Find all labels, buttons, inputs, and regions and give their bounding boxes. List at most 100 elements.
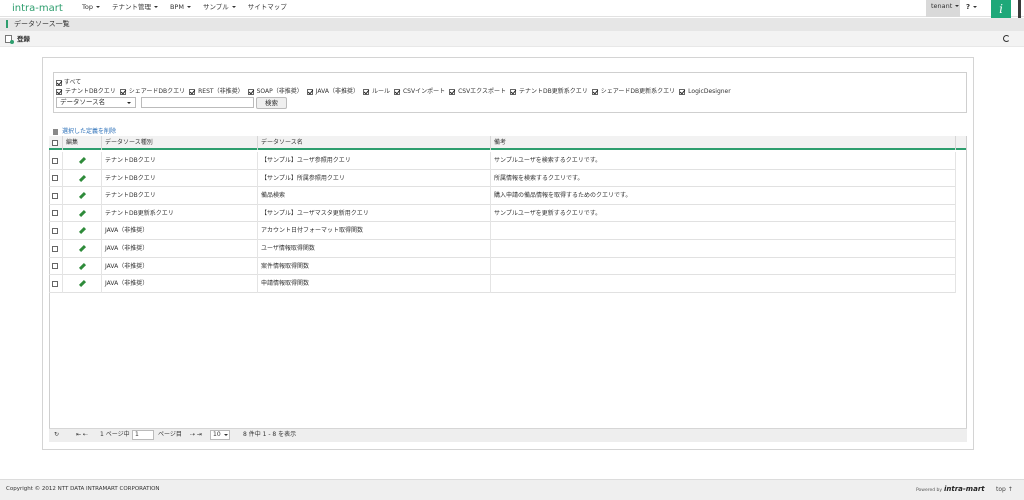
row-name-cell: アカウント日付フォーマット取得関数: [258, 222, 491, 240]
checkbox[interactable]: [56, 88, 62, 95]
nav-item-label: サンプル: [202, 3, 229, 11]
header-type[interactable]: データソース種別: [102, 136, 258, 150]
filter-option-4[interactable]: JAVA（非推奨）: [306, 88, 359, 96]
header-remarks[interactable]: 備考: [491, 136, 956, 150]
row-type-cell: JAVA（非推奨）: [102, 240, 258, 258]
nav-item-3[interactable]: サンプル: [197, 0, 242, 17]
checkbox-all[interactable]: [56, 79, 62, 86]
row-type-cell: テナントDBクエリ: [102, 169, 258, 188]
filter-all[interactable]: すべて: [56, 79, 81, 87]
header-edit: 編集: [63, 136, 102, 150]
nav-item-label: BPM: [169, 3, 184, 11]
checkbox[interactable]: [362, 88, 369, 95]
filter-option-5[interactable]: ルール: [362, 88, 390, 96]
filter-option-8[interactable]: テナントDB更新系クエリ: [510, 88, 588, 96]
filter-option-2[interactable]: REST（非推奨）: [189, 88, 244, 96]
nav-item-2[interactable]: BPM: [164, 0, 197, 17]
user-menu[interactable]: tenant: [926, 0, 960, 17]
filter-option-0[interactable]: テナントDBクエリ: [56, 88, 116, 96]
checkbox[interactable]: [510, 88, 517, 95]
filter-option-label: CSVエクスポート: [458, 88, 507, 95]
pager-next-last[interactable]: ⇢ ⇥: [190, 428, 202, 442]
checkbox-select-all[interactable]: [52, 139, 58, 146]
nav-item-label: テナント管理: [111, 3, 151, 11]
checkbox[interactable]: [591, 88, 598, 95]
filter-option-6[interactable]: CSVインポート: [393, 88, 446, 96]
window-edge: [1018, 0, 1021, 18]
filter-option-9[interactable]: シェアードDB更新系クエリ: [591, 88, 675, 96]
pager-first-prev[interactable]: ⇤ ⇠: [76, 428, 88, 442]
row-remarks-cell: 購入申請の備品情報を取得するためのクエリです。: [491, 187, 956, 205]
row-select-cell: [49, 204, 63, 223]
nav-item-4[interactable]: サイトマップ: [242, 0, 293, 17]
row-select-cell: [49, 169, 63, 188]
pager-page-of: 1 ページ中: [100, 431, 130, 438]
checkbox[interactable]: [247, 88, 254, 95]
per-page-value: 10: [213, 431, 221, 438]
checkbox[interactable]: [449, 88, 456, 95]
row-checkbox[interactable]: [52, 280, 58, 287]
checkbox[interactable]: [189, 88, 196, 95]
search-input[interactable]: [141, 97, 254, 108]
powered-by-label: Powered by: [916, 488, 943, 493]
nav-item-0[interactable]: Top: [76, 0, 106, 17]
filter-option-label: LogicDesigner: [688, 88, 731, 95]
brand-logo[interactable]: intra-mart: [12, 3, 63, 14]
checkbox[interactable]: [119, 88, 126, 95]
nav-item-label: サイトマップ: [247, 3, 287, 11]
row-select-cell: [49, 275, 63, 293]
filter-option-7[interactable]: CSVエクスポート: [449, 88, 506, 96]
page-number-input[interactable]: 1: [132, 430, 154, 440]
row-select-cell: [49, 222, 63, 240]
info-icon[interactable]: i: [991, 0, 1011, 18]
register-icon[interactable]: [5, 35, 14, 44]
row-checkbox[interactable]: [52, 192, 58, 199]
help-menu[interactable]: ?: [961, 0, 989, 17]
row-remarks-cell: [491, 240, 956, 258]
pager-refresh-icon[interactable]: ↻: [54, 428, 59, 442]
chevron-down-icon: [186, 6, 191, 8]
row-type-cell: テナントDBクエリ: [102, 152, 258, 170]
chevron-down-icon: [973, 6, 978, 8]
checkbox[interactable]: [679, 88, 686, 95]
delete-selected-link[interactable]: 選択した定義を削除: [53, 128, 116, 136]
checkbox[interactable]: [306, 88, 313, 95]
row-remarks-cell: [491, 257, 956, 276]
filter-option-3[interactable]: SOAP（非推奨）: [247, 88, 303, 96]
refresh-icon[interactable]: [1003, 35, 1010, 42]
row-name-cell: 【サンプル】所属参照用クエリ: [258, 169, 491, 188]
header-name[interactable]: データソース名: [258, 136, 491, 150]
title-marker: [6, 20, 8, 28]
search-field-select[interactable]: データソース名: [56, 97, 136, 108]
row-checkbox[interactable]: [52, 263, 58, 270]
register-button[interactable]: 登録: [17, 34, 30, 44]
filter-option-label: テナントDBクエリ: [65, 88, 116, 95]
chevron-down-icon: [231, 6, 236, 8]
row-checkbox[interactable]: [52, 227, 58, 234]
row-remarks-cell: サンプルユーザを検索するクエリです。: [491, 152, 956, 170]
row-name-cell: 申請情報取得関数: [258, 275, 491, 293]
row-checkbox[interactable]: [52, 245, 58, 252]
row-checkbox[interactable]: [52, 210, 58, 217]
trash-icon: [53, 128, 58, 135]
filter-option-label: ルール: [371, 88, 390, 95]
filter-option-label: CSVインポート: [402, 88, 446, 95]
row-remarks-cell: サンプルユーザを更新するクエリです。: [491, 204, 956, 223]
search-button[interactable]: 検索: [256, 97, 287, 109]
filter-options: テナントDBクエリ シェアードDBクエリ REST（非推奨） SOAP（非推奨） JAV…: [56, 88, 731, 96]
checkbox[interactable]: [393, 88, 400, 95]
row-checkbox[interactable]: [52, 157, 58, 164]
row-select-cell: [49, 240, 63, 258]
row-type-cell: JAVA（非推奨）: [102, 222, 258, 240]
row-name-cell: 【サンプル】ユーザ参照用クエリ: [258, 152, 491, 170]
header-select-all[interactable]: [49, 136, 63, 150]
row-select-cell: [49, 257, 63, 276]
per-page-select[interactable]: 10: [210, 430, 230, 440]
filter-option-1[interactable]: シェアードDBクエリ: [119, 88, 185, 96]
nav-item-1[interactable]: テナント管理: [106, 0, 164, 17]
row-name-cell: 備品検索: [258, 187, 491, 205]
row-select-cell: [49, 152, 63, 170]
filter-option-10[interactable]: LogicDesigner: [679, 88, 731, 96]
row-checkbox[interactable]: [52, 175, 58, 182]
back-to-top-link[interactable]: top ↑: [996, 486, 1013, 494]
